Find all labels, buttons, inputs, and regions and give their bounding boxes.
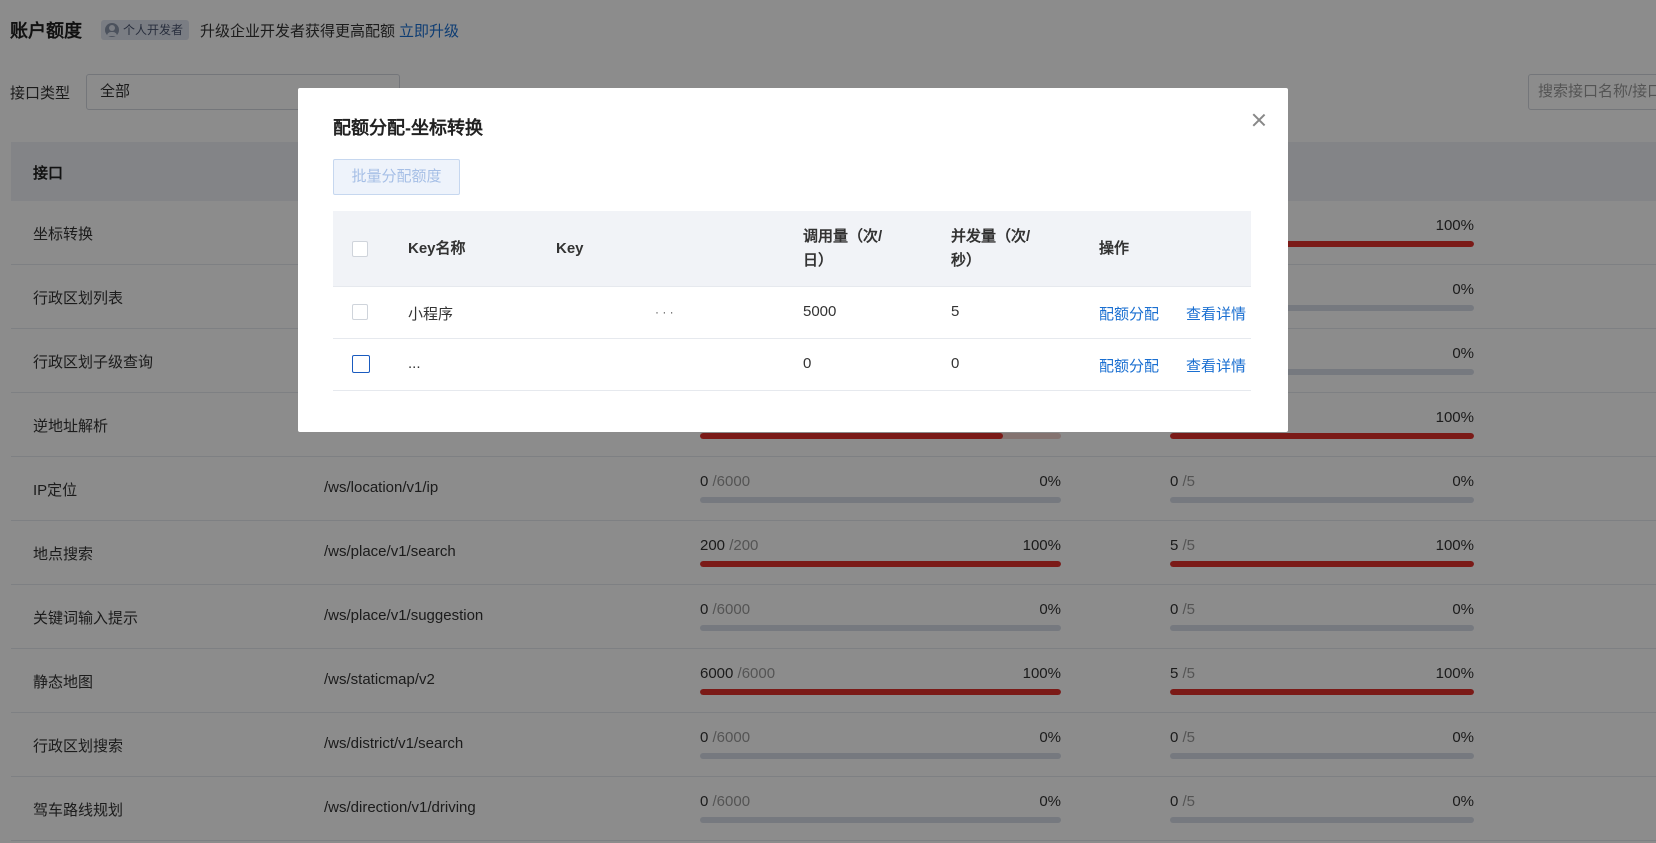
key-name: 小程序: [408, 306, 454, 323]
batch-allocate-button[interactable]: 批量分配额度: [333, 159, 460, 195]
column-actions: 操作: [1099, 240, 1130, 257]
row-checkbox[interactable]: [352, 355, 370, 373]
key-row: 小程序 · · · 5000 5 配额分配 查看详情: [333, 287, 1251, 339]
concurrency-value: 0: [951, 355, 960, 372]
calls-value: 0: [803, 355, 812, 372]
close-icon[interactable]: [1249, 110, 1269, 130]
view-detail-link[interactable]: 查看详情: [1186, 355, 1246, 376]
quota-allocation-dialog: 配额分配-坐标转换 批量分配额度 Key名称 Key 调用量（次/日） 并发量（…: [298, 88, 1288, 432]
allocate-link[interactable]: 配额分配: [1099, 355, 1159, 376]
key-row: ... 0 0 配额分配 查看详情: [333, 339, 1251, 391]
key-table: Key名称 Key 调用量（次/日） 并发量（次/秒） 操作 小程序 · · ·…: [333, 211, 1251, 391]
column-key: Key: [556, 240, 584, 257]
key-name: ...: [408, 355, 421, 372]
allocate-link[interactable]: 配额分配: [1099, 303, 1159, 324]
dialog-title: 配额分配-坐标转换: [333, 118, 483, 138]
page: 账户额度 个人开发者 升级企业开发者获得更高配额 立即升级 接口类型 全部 搜索…: [0, 0, 1656, 843]
column-key-name: Key名称: [408, 240, 466, 257]
key-value: · · ·: [655, 305, 674, 319]
key-table-header: Key名称 Key 调用量（次/日） 并发量（次/秒） 操作: [333, 211, 1251, 287]
view-detail-link[interactable]: 查看详情: [1186, 303, 1246, 324]
calls-value: 5000: [803, 303, 837, 320]
select-all-checkbox[interactable]: [352, 241, 368, 257]
row-checkbox[interactable]: [352, 304, 368, 320]
concurrency-value: 5: [951, 303, 960, 320]
column-concurrency: 并发量（次/秒）: [951, 228, 1031, 269]
column-calls: 调用量（次/日）: [803, 228, 883, 269]
